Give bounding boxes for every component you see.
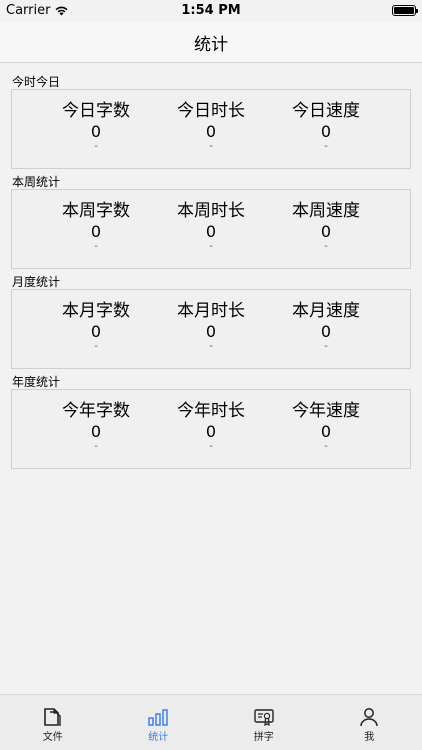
stat-speed: 本周速度 0 - [266, 200, 386, 252]
stat-sub: - [324, 241, 328, 252]
section-month: 月度统计 本月字数 0 - 本月时长 0 - 本月速度 0 - [0, 263, 422, 369]
stat-sub: - [94, 141, 98, 152]
page-title: 统计 [194, 35, 228, 55]
section-week: 本周统计 本周字数 0 - 本周时长 0 - 本周速度 0 - [0, 163, 422, 269]
stat-speed: 今日速度 0 - [266, 100, 386, 152]
stat-sub: - [209, 141, 213, 152]
stat-speed: 今年速度 0 - [266, 400, 386, 452]
bar-chart-icon [148, 709, 168, 726]
stat-sub: - [209, 241, 213, 252]
stat-sub: - [94, 241, 98, 252]
person-icon [360, 708, 378, 727]
stat-duration: 本周时长 0 - [151, 200, 271, 252]
stat-value: 0 [90, 422, 102, 441]
tab-label: 统计 [148, 732, 169, 743]
tab-files[interactable]: 文件 [0, 695, 106, 750]
tab-stats[interactable]: 统计 [106, 695, 212, 750]
section-title: 年度统计 [12, 375, 61, 389]
stat-word-count: 本月字数 0 - [36, 300, 156, 352]
stat-label: 本周字数 [62, 201, 130, 221]
stat-duration: 今年时长 0 - [151, 400, 271, 452]
stat-label: 本月时长 [177, 301, 245, 321]
stat-word-count: 今年字数 0 - [36, 400, 156, 452]
stat-label: 今年速度 [292, 401, 360, 421]
stat-label: 本月速度 [292, 301, 360, 321]
stat-word-count: 本周字数 0 - [36, 200, 156, 252]
section-title: 今时今日 [12, 75, 61, 89]
stat-value: 0 [205, 122, 217, 141]
stat-sub: - [94, 341, 98, 352]
stat-label: 今日时长 [177, 101, 245, 121]
status-bar: Carrier 1:54 PM [0, 0, 422, 22]
stat-sub: - [324, 341, 328, 352]
stat-sub: - [324, 141, 328, 152]
stat-sub: - [209, 341, 213, 352]
stat-speed: 本月速度 0 - [266, 300, 386, 352]
section-title: 月度统计 [12, 275, 61, 289]
tab-label: 拼字 [253, 732, 274, 743]
stat-sub: - [209, 441, 213, 452]
section-title: 本周统计 [12, 175, 61, 189]
stat-value: 0 [320, 122, 332, 141]
stats-card: 今年字数 0 - 今年时长 0 - 今年速度 0 - [11, 389, 411, 469]
tab-bar: 文件 统计 拼字 我 [0, 694, 422, 750]
stat-label: 本周速度 [292, 201, 360, 221]
stat-sub: - [324, 441, 328, 452]
tab-spelling[interactable]: 拼字 [211, 695, 317, 750]
stat-duration: 本月时长 0 - [151, 300, 271, 352]
battery-fill [394, 7, 414, 14]
stat-value: 0 [205, 322, 217, 341]
certificate-icon [254, 709, 274, 727]
stats-card: 本周字数 0 - 本周时长 0 - 本周速度 0 - [11, 189, 411, 269]
document-icon [43, 708, 61, 726]
stats-card: 本月字数 0 - 本月时长 0 - 本月速度 0 - [11, 289, 411, 369]
stat-value: 0 [90, 322, 102, 341]
section-year: 年度统计 今年字数 0 - 今年时长 0 - 今年速度 0 - [0, 363, 422, 469]
stat-value: 0 [320, 422, 332, 441]
stat-value: 0 [205, 222, 217, 241]
stat-label: 本月字数 [62, 301, 130, 321]
stat-sub: - [94, 441, 98, 452]
stat-label: 本周时长 [177, 201, 245, 221]
stat-value: 0 [90, 122, 102, 141]
stat-value: 0 [320, 222, 332, 241]
stat-label: 今日速度 [292, 101, 360, 121]
stat-label: 今年字数 [62, 401, 130, 421]
stat-duration: 今日时长 0 - [151, 100, 271, 152]
stat-label: 今年时长 [177, 401, 245, 421]
stat-value: 0 [320, 322, 332, 341]
stats-card: 今日字数 0 - 今日时长 0 - 今日速度 0 - [11, 89, 411, 169]
nav-bar: 统计 [0, 22, 422, 63]
status-time: 1:54 PM [181, 3, 241, 18]
stat-word-count: 今日字数 0 - [36, 100, 156, 152]
tab-label: 我 [364, 732, 375, 743]
stat-value: 0 [90, 222, 102, 241]
stat-value: 0 [205, 422, 217, 441]
section-today: 今时今日 今日字数 0 - 今日时长 0 - 今日速度 0 - [0, 63, 422, 169]
stats-content: 今时今日 今日字数 0 - 今日时长 0 - 今日速度 0 - 本周统计 本周字… [0, 63, 422, 469]
stat-label: 今日字数 [62, 101, 130, 121]
tab-me[interactable]: 我 [317, 695, 422, 750]
battery-icon [392, 5, 418, 16]
tab-label: 文件 [42, 732, 63, 743]
